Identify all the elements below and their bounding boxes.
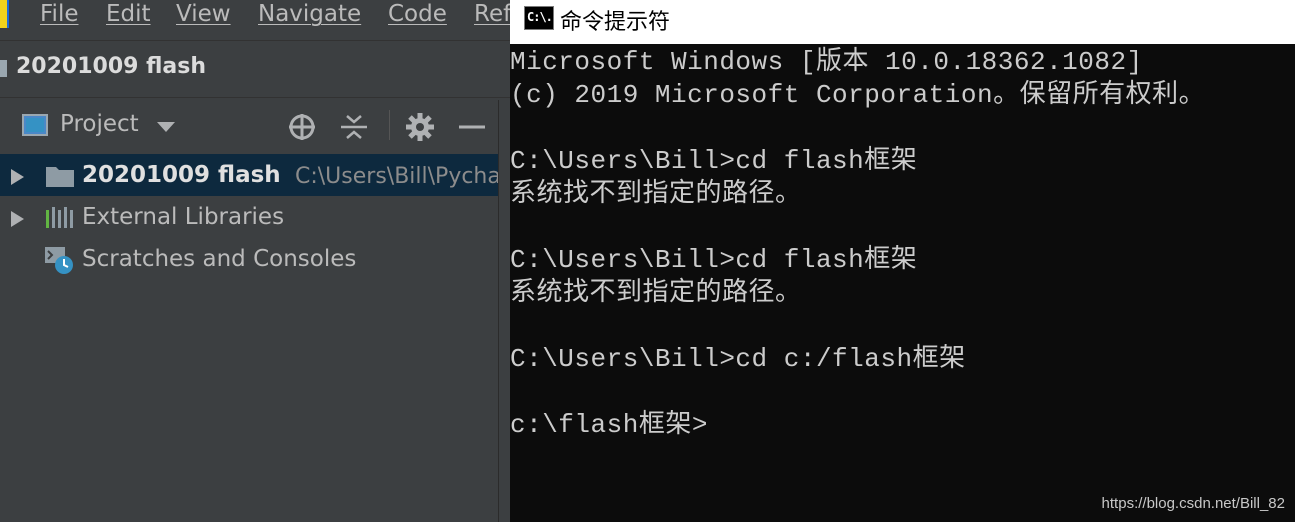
console-line: 系统找不到指定的路径。	[510, 179, 802, 209]
scratches-icon	[45, 247, 73, 274]
app-logo-icon	[0, 0, 9, 28]
project-view-selector[interactable]: Project	[60, 111, 139, 137]
navigation-bar: 20201009 flash	[0, 40, 510, 98]
menu-code[interactable]: Code	[388, 0, 447, 30]
menu-view[interactable]: View	[176, 0, 231, 30]
tool-window-border	[498, 100, 510, 522]
menu-bar: File Edit View Navigate Code Ref	[0, 0, 510, 30]
console-line: C:\Users\Bill>cd flash框架	[510, 146, 918, 176]
window-title: 命令提示符	[560, 10, 671, 35]
title-bar[interactable]: C:\. 命令提示符	[510, 0, 1295, 44]
watermark: https://blog.csdn.net/Bill_82	[1101, 495, 1285, 512]
menu-navigate[interactable]: Navigate	[258, 0, 361, 30]
project-folder-icon	[0, 60, 7, 77]
menu-edit[interactable]: Edit	[106, 0, 151, 30]
tree-item-path: C:\Users\Bill\Pycha	[295, 164, 501, 189]
gear-icon[interactable]	[405, 112, 435, 142]
tree-item-label: External Libraries	[82, 204, 285, 230]
minimize-icon[interactable]	[457, 112, 487, 142]
ide-window: File Edit View Navigate Code Ref 2020100…	[0, 0, 510, 522]
project-view-icon	[22, 114, 48, 136]
console-line: (c) 2019 Microsoft Corporation。保留所有权利。	[510, 80, 1206, 110]
console-line: C:\Users\Bill>cd flash框架	[510, 245, 918, 275]
toolbar-separator	[389, 110, 390, 140]
tree-item-label: Scratches and Consoles	[82, 246, 357, 272]
console-line: Microsoft Windows [版本 10.0.18362.1082]	[510, 47, 1143, 77]
project-tree: 20201009 flash C:\Users\Bill\Pycha Exter…	[0, 152, 510, 522]
locate-icon[interactable]	[287, 112, 317, 142]
console-output[interactable]: Microsoft Windows [版本 10.0.18362.1082] (…	[510, 44, 1295, 522]
command-prompt-window: C:\. 命令提示符 Microsoft Windows [版本 10.0.18…	[510, 0, 1295, 522]
cmd-icon-text: C:\.	[527, 10, 553, 24]
collapse-all-icon[interactable]	[339, 112, 369, 142]
tree-item-label: 20201009 flash	[82, 162, 281, 188]
console-line: 系统找不到指定的路径。	[510, 278, 802, 308]
tree-item-external-libraries[interactable]: External Libraries	[0, 196, 498, 238]
tree-item-scratches[interactable]: Scratches and Consoles	[0, 238, 498, 280]
project-tool-window-header: Project	[0, 100, 510, 152]
folder-icon	[46, 167, 74, 187]
cmd-app-icon[interactable]: C:\.	[524, 6, 554, 30]
menu-file[interactable]: File	[40, 0, 79, 30]
tree-item-project-root[interactable]: 20201009 flash C:\Users\Bill\Pycha	[0, 154, 501, 196]
menu-refactor[interactable]: Ref	[474, 0, 510, 30]
libraries-icon	[46, 207, 73, 228]
chevron-down-icon[interactable]	[157, 122, 175, 132]
project-breadcrumb[interactable]: 20201009 flash	[16, 54, 206, 79]
console-line: C:\Users\Bill>cd c:/flash框架	[510, 344, 966, 374]
console-prompt-line[interactable]: c:\flash框架>	[510, 409, 708, 442]
expand-arrow-icon[interactable]	[11, 211, 24, 227]
expand-arrow-icon[interactable]	[11, 169, 24, 185]
